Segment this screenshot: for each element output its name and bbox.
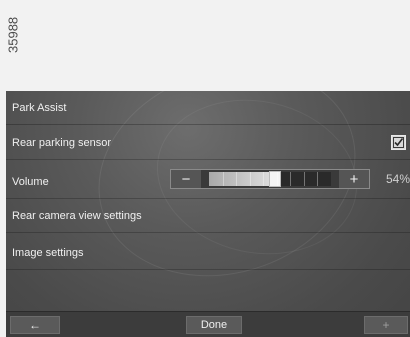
volume-slider-tick [250, 172, 251, 186]
screen-title-row: Park Assist [6, 91, 410, 125]
volume-label: Volume [12, 175, 49, 188]
volume-slider-track[interactable] [209, 171, 331, 187]
rear-parking-sensor-label: Rear parking sensor [12, 136, 112, 149]
page: 35988 Park Assist Rear parking sensor Vo… [0, 0, 410, 337]
volume-decrease-button[interactable]: − [171, 170, 201, 188]
reference-id: 35988 [5, 16, 21, 54]
rear-parking-sensor-checkbox[interactable] [391, 135, 406, 150]
add-button[interactable]: + [364, 316, 408, 334]
rear-parking-sensor-row[interactable]: Rear parking sensor [6, 126, 410, 160]
volume-percent: 54% [385, 172, 410, 186]
image-settings-row[interactable]: Image settings [6, 236, 410, 270]
volume-slider-tick [223, 172, 224, 186]
volume-slider[interactable]: − + [170, 169, 370, 189]
volume-slider-tick [263, 172, 264, 186]
rear-camera-view-settings-row[interactable]: Rear camera view settings [6, 199, 410, 233]
volume-increase-button[interactable]: + [339, 170, 369, 188]
volume-slider-tick [304, 172, 305, 186]
volume-row: Volume − + 54% [6, 165, 410, 199]
bottom-bar: ← Done + [6, 311, 410, 337]
rear-camera-view-settings-label: Rear camera view settings [12, 209, 142, 222]
screen-title: Park Assist [12, 101, 67, 114]
multimedia-screen: Park Assist Rear parking sensor Volume −… [6, 91, 410, 337]
volume-slider-tick [277, 172, 278, 186]
checkbox-checked-icon [393, 137, 404, 148]
volume-slider-tick [317, 172, 318, 186]
plus-icon: + [382, 318, 390, 332]
done-button[interactable]: Done [186, 316, 242, 334]
back-button[interactable]: ← [10, 316, 60, 334]
image-settings-label: Image settings [12, 246, 84, 259]
arrow-left-icon: ← [29, 318, 41, 332]
volume-slider-fill [209, 172, 275, 186]
volume-slider-tick [236, 172, 237, 186]
volume-slider-tick [290, 172, 291, 186]
volume-slider-handle[interactable] [269, 171, 281, 187]
